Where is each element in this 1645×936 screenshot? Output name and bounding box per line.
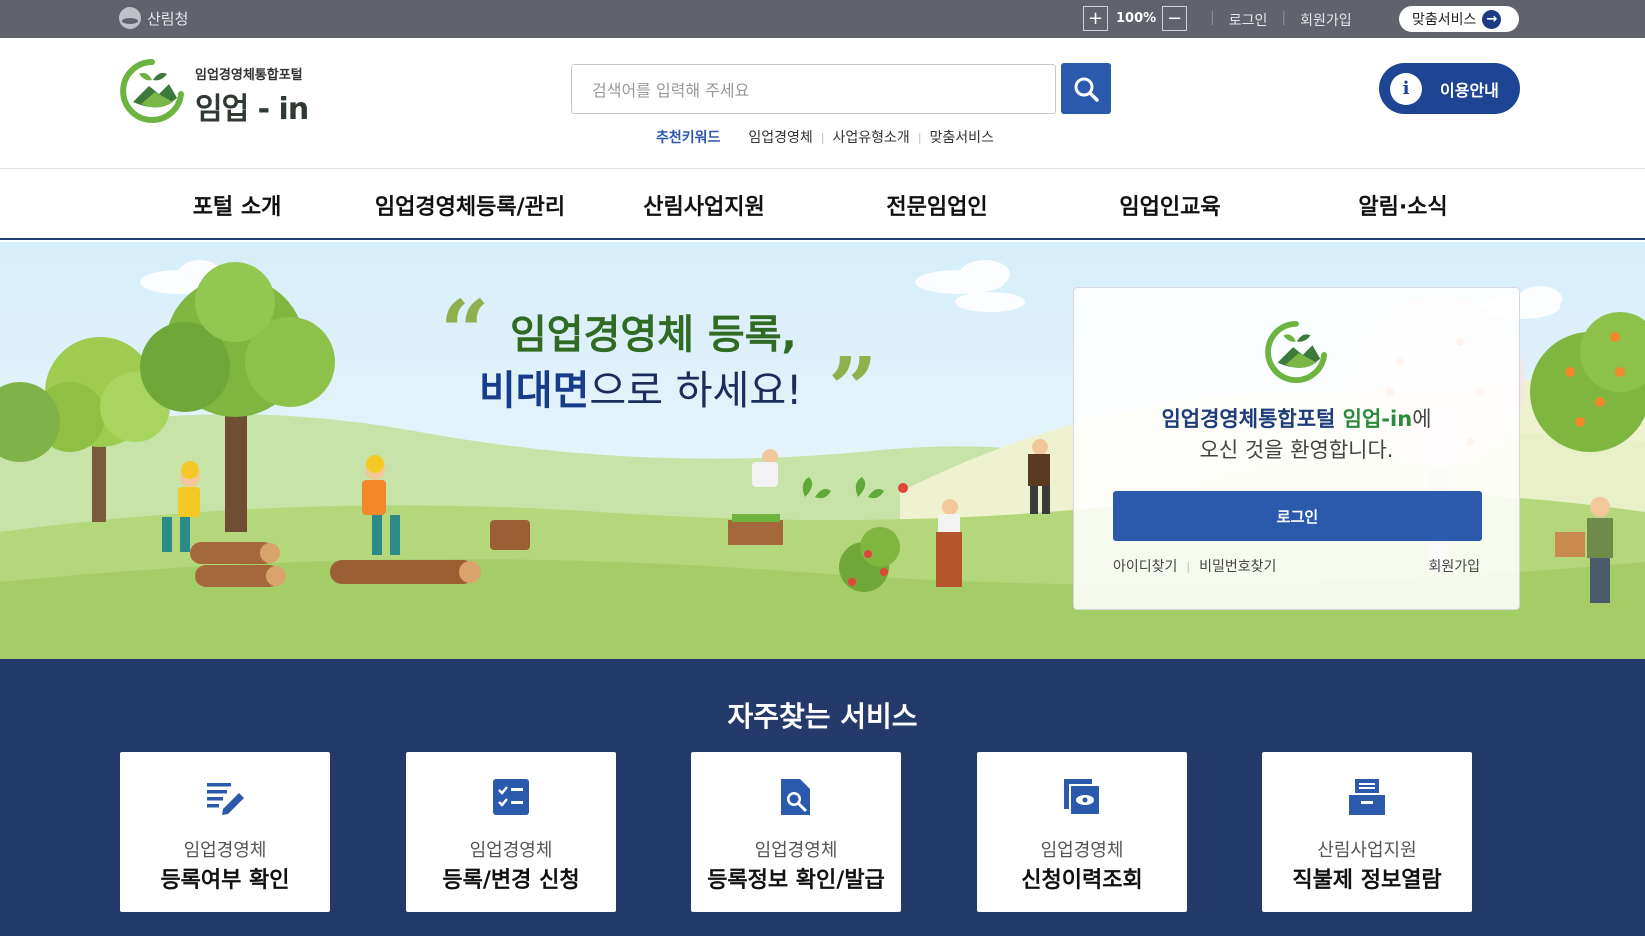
- service-name: 신청이력조회: [1021, 868, 1143, 893]
- welcome-line1: 임업경영체통합포털 임업-in에: [1074, 403, 1519, 433]
- welcome-brand: 임업-in: [1342, 407, 1413, 431]
- service-card-direct-payment[interactable]: 산림사업지원 직불제 정보열람: [1262, 752, 1472, 912]
- guide-button[interactable]: i 이용안내: [1379, 63, 1520, 114]
- top-links: | 로그인 | 회원가입: [1210, 10, 1366, 30]
- recommended-keywords: 추천키워드 임업경영체 | 사업유형소개 | 맞춤서비스: [656, 127, 1002, 147]
- minus-icon: −: [1166, 7, 1183, 29]
- login-button[interactable]: 로그인: [1113, 491, 1482, 541]
- view-history-icon: [1064, 779, 1101, 816]
- divider: |: [1186, 559, 1191, 573]
- zoom-in-button[interactable]: +: [1083, 6, 1108, 31]
- service-category: 산림사업지원: [1317, 840, 1417, 861]
- signup-link[interactable]: 회원가입: [1428, 556, 1480, 576]
- keywords-title: 추천키워드: [656, 130, 721, 146]
- service-category: 임업경영체: [754, 840, 838, 861]
- service-name: 등록/변경 신청: [442, 868, 580, 893]
- custom-service-label: 맞춤서비스: [1412, 12, 1477, 28]
- zoom-level: 100%: [1116, 11, 1157, 26]
- top-signup-link[interactable]: 회원가입: [1286, 10, 1366, 30]
- hero-banner: “ 임업경영체 등록, 비대면으로 하세요! ” 임업경영체통합포털 임업-in…: [0, 242, 1645, 659]
- service-category: 임업경영체: [183, 840, 267, 861]
- services-title: 자주찾는 서비스: [727, 700, 918, 733]
- hero-line1: 임업경영체 등록,: [510, 312, 797, 358]
- zoom-out-button[interactable]: −: [1162, 6, 1187, 31]
- document-search-icon: [781, 779, 810, 815]
- service-card-registration-info[interactable]: 임업경영체 등록정보 확인/발급: [691, 752, 901, 912]
- hero-line2-bold: 비대면: [479, 368, 590, 414]
- nav-item-registration[interactable]: 임업경영체등록/관리: [375, 189, 565, 221]
- find-id-link[interactable]: 아이디찾기: [1113, 556, 1177, 576]
- service-name: 등록여부 확인: [160, 868, 290, 893]
- service-category: 임업경영체: [1040, 840, 1124, 861]
- logo-emblem-icon: [120, 59, 184, 123]
- top-login-link[interactable]: 로그인: [1215, 10, 1282, 30]
- custom-service-button[interactable]: 맞춤서비스 →: [1399, 6, 1519, 32]
- gov-name: 산림청: [147, 9, 189, 28]
- site-logo[interactable]: 임업경영체통합포털 임업 - in: [119, 58, 319, 128]
- account-links: 아이디찾기 | 비밀번호찾기: [1113, 556, 1276, 576]
- arrow-right-icon: →: [1482, 9, 1502, 29]
- service-card-registration-check[interactable]: 임업경영체 등록여부 확인: [120, 752, 330, 912]
- nav-item-education[interactable]: 임업인교육: [1119, 189, 1220, 221]
- quote-close-icon: ”: [828, 339, 878, 440]
- nav-item-expert-forester[interactable]: 전문임업인: [886, 189, 987, 221]
- search-icon: [1074, 77, 1099, 102]
- welcome-suffix: 에: [1412, 407, 1432, 431]
- keyword-link[interactable]: 맞춤서비스: [922, 127, 1002, 147]
- service-name: 직불제 정보열람: [1292, 868, 1442, 893]
- find-password-link[interactable]: 비밀번호찾기: [1199, 556, 1276, 576]
- service-card-registration-apply[interactable]: 임업경영체 등록/변경 신청: [406, 752, 616, 912]
- gov-logo[interactable]: 산림청: [119, 7, 188, 29]
- archive-box-icon: [1349, 779, 1385, 815]
- info-icon: i: [1390, 72, 1422, 105]
- top-utility-bar: 산림청 + 100% − | 로그인 | 회원가입 맞춤서비스 →: [0, 0, 1645, 38]
- search-button[interactable]: [1061, 63, 1111, 114]
- logo-title: 임업 - in: [195, 92, 309, 127]
- nav-item-portal-intro[interactable]: 포털 소개: [193, 189, 282, 221]
- nav-item-forest-support[interactable]: 산림사업지원: [643, 189, 764, 221]
- welcome-line2: 오신 것을 환영합니다.: [1199, 438, 1394, 462]
- service-category: 임업경영체: [469, 840, 553, 861]
- plus-icon: +: [1087, 7, 1104, 29]
- checklist-icon: [493, 779, 529, 815]
- gov-emblem-icon: [119, 7, 141, 29]
- service-card-application-history[interactable]: 임업경영체 신청이력조회: [977, 752, 1187, 912]
- frequent-services: 자주찾는 서비스 임업경영체 등록여부 확인 임업경영체 등록/변경 신청 임업…: [0, 659, 1645, 936]
- logo-emblem-icon: [1265, 320, 1328, 383]
- edit-document-icon: [207, 783, 244, 815]
- zoom-control: + 100% −: [1083, 6, 1187, 31]
- keyword-link[interactable]: 사업유형소개: [825, 127, 918, 147]
- search-input[interactable]: 검색어를 입력해 주세요: [571, 64, 1056, 114]
- guide-label: 이용안내: [1440, 80, 1499, 100]
- main-nav: 포털 소개 임업경영체등록/관리 산림사업지원 전문임업인 임업인교육 알림·소…: [0, 168, 1645, 240]
- service-name: 등록정보 확인/발급: [707, 868, 885, 893]
- nav-item-news[interactable]: 알림·소식: [1358, 189, 1447, 221]
- keyword-link[interactable]: 임업경영체: [740, 127, 820, 147]
- hero-line2-rest: 으로 하세요!: [589, 368, 803, 414]
- login-card: 임업경영체통합포털 임업-in에 오신 것을 환영합니다. 로그인 아이디찾기 …: [1073, 287, 1520, 610]
- logo-subtitle: 임업경영체통합포털: [195, 68, 303, 83]
- hero-line2: 비대면으로 하세요!: [479, 358, 802, 416]
- welcome-portal: 임업경영체통합포털: [1161, 407, 1336, 431]
